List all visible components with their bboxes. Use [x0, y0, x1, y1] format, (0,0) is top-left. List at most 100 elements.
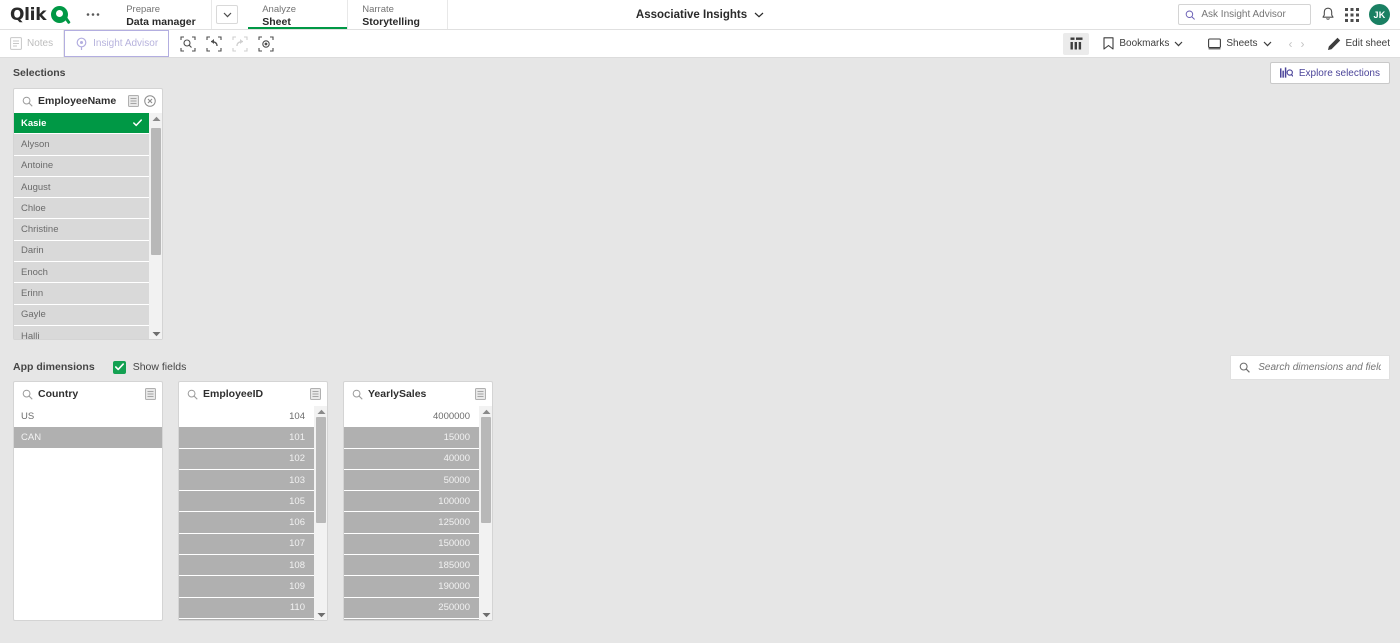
scroll-track[interactable] — [480, 417, 492, 609]
list-item[interactable]: 185000 — [344, 555, 479, 577]
list-item[interactable]: 275000 — [344, 618, 479, 620]
scroll-up-arrow-icon[interactable] — [317, 406, 326, 417]
field-card-header: YearlySales — [344, 382, 492, 406]
list-item-label: 250000 — [438, 602, 470, 614]
list-item[interactable]: 150000 — [344, 533, 479, 556]
clear-selections-icon[interactable] — [255, 34, 277, 54]
scroll-track[interactable] — [315, 417, 327, 609]
list-item[interactable]: 107 — [179, 533, 314, 556]
list-item[interactable]: 105 — [179, 491, 314, 513]
list-item[interactable]: Halli — [14, 325, 149, 339]
scrollbar-vertical[interactable] — [479, 406, 492, 620]
chevron-down-icon — [1263, 41, 1271, 46]
edit-sheet-button[interactable]: Edit sheet — [1317, 37, 1400, 51]
checkmark-icon — [133, 119, 142, 127]
list-item[interactable]: Enoch — [14, 262, 149, 284]
selection-mode-icon[interactable] — [475, 388, 486, 400]
list-item[interactable]: 111 — [179, 618, 314, 620]
qlik-logo[interactable]: Qlik — [0, 0, 76, 29]
list-item[interactable]: 106 — [179, 512, 314, 534]
list-item[interactable]: 250000 — [344, 597, 479, 619]
app-launcher-button[interactable] — [1345, 7, 1359, 22]
nav-section-prepare-label: Data manager — [126, 16, 196, 28]
scrollbar-vertical[interactable] — [314, 406, 327, 620]
list-item-label: 106 — [289, 517, 305, 529]
nav-section-prepare[interactable]: Prepare Data manager — [112, 0, 213, 29]
list-item[interactable]: 103 — [179, 469, 314, 492]
field-card-title: YearlySales — [368, 388, 427, 400]
nav-section-narrate-label: Storytelling — [362, 16, 420, 28]
previous-sheet-button[interactable]: ‹ — [1286, 37, 1296, 51]
notifications-button[interactable] — [1321, 7, 1335, 22]
list-item[interactable]: 125000 — [344, 512, 479, 534]
explore-selections-button[interactable]: Explore selections — [1269, 62, 1390, 84]
list-item[interactable]: August — [14, 176, 149, 199]
list-item[interactable]: 50000 — [344, 469, 479, 492]
list-item[interactable]: 190000 — [344, 576, 479, 598]
scroll-thumb[interactable] — [151, 128, 161, 255]
list-item[interactable]: 108 — [179, 555, 314, 577]
scroll-down-arrow-icon[interactable] — [317, 609, 326, 620]
scroll-up-arrow-icon[interactable] — [152, 113, 161, 124]
list-item[interactable]: Kasie — [14, 113, 149, 135]
selections-bar: Selections Explore selections — [0, 58, 1400, 88]
list-item-label: 102 — [289, 453, 305, 465]
list-item[interactable]: 40000 — [344, 448, 479, 470]
list-item[interactable]: 100000 — [344, 491, 479, 513]
list-item[interactable]: US — [14, 406, 162, 428]
list-item[interactable]: Christine — [14, 219, 149, 241]
scroll-up-arrow-icon[interactable] — [482, 406, 491, 417]
list-item[interactable]: Erinn — [14, 283, 149, 305]
dimensions-search[interactable] — [1230, 354, 1390, 380]
sheet-grid-button[interactable] — [1063, 32, 1090, 55]
list-item[interactable]: 110 — [179, 597, 314, 619]
nav-prepare-dropdown-button[interactable] — [216, 5, 239, 24]
list-item[interactable]: Antoine — [14, 155, 149, 177]
clear-selection-icon[interactable] — [144, 95, 156, 107]
search-icon[interactable] — [187, 389, 198, 400]
scrollbar-vertical[interactable] — [149, 113, 162, 339]
edit-sheet-label: Edit sheet — [1345, 38, 1390, 49]
list-item[interactable]: 102 — [179, 448, 314, 470]
list-item[interactable]: CAN — [14, 427, 162, 449]
list-item[interactable]: 104 — [179, 406, 314, 428]
scroll-down-arrow-icon[interactable] — [482, 609, 491, 620]
show-fields-label[interactable]: Show fields — [133, 361, 187, 373]
list-item[interactable]: 109 — [179, 576, 314, 598]
list-item[interactable]: 4000000 — [344, 406, 479, 428]
scroll-thumb[interactable] — [316, 417, 326, 523]
search-icon[interactable] — [22, 389, 33, 400]
scroll-track[interactable] — [150, 124, 162, 328]
next-sheet-button[interactable]: › — [1298, 37, 1308, 51]
list-item[interactable]: Chloe — [14, 198, 149, 220]
insight-advisor-search[interactable] — [1178, 4, 1311, 25]
selection-mode-icon[interactable] — [310, 388, 321, 400]
list-mode-glyph — [145, 388, 156, 400]
nav-section-analyze[interactable]: Analyze Sheet — [248, 0, 349, 29]
selection-mode-icon[interactable] — [145, 388, 156, 400]
scroll-thumb[interactable] — [481, 417, 491, 523]
insight-advisor-button[interactable]: Insight Advisor — [64, 30, 170, 57]
list-item[interactable]: Alyson — [14, 134, 149, 156]
search-icon[interactable] — [352, 389, 363, 400]
selection-value-column: Kasie Alyson Antoine August Chloe Christine Da… — [14, 113, 149, 339]
selection-search-icon[interactable] — [177, 34, 199, 54]
more-menu-button[interactable] — [76, 0, 112, 29]
search-icon[interactable] — [22, 96, 33, 107]
step-back-icon[interactable] — [203, 34, 225, 54]
list-item[interactable]: Gayle — [14, 304, 149, 326]
selection-mode-icon[interactable] — [128, 95, 139, 107]
sheets-button[interactable]: Sheets — [1198, 37, 1281, 50]
app-title-dropdown[interactable]: Associative Insights — [636, 9, 764, 21]
dimensions-search-input[interactable] — [1258, 361, 1381, 373]
nav-section-narrate[interactable]: Narrate Storytelling — [348, 0, 449, 29]
search-input[interactable] — [1201, 9, 1304, 20]
list-item[interactable]: Darin — [14, 240, 149, 263]
avatar[interactable]: JK — [1369, 4, 1390, 25]
list-item[interactable]: 15000 — [344, 427, 479, 449]
list-item[interactable]: 101 — [179, 427, 314, 449]
show-fields-checkbox[interactable] — [112, 360, 126, 374]
bookmarks-button[interactable]: Bookmarks — [1093, 37, 1193, 50]
clear-selections-glyph — [258, 35, 274, 52]
scroll-down-arrow-icon[interactable] — [152, 328, 161, 339]
